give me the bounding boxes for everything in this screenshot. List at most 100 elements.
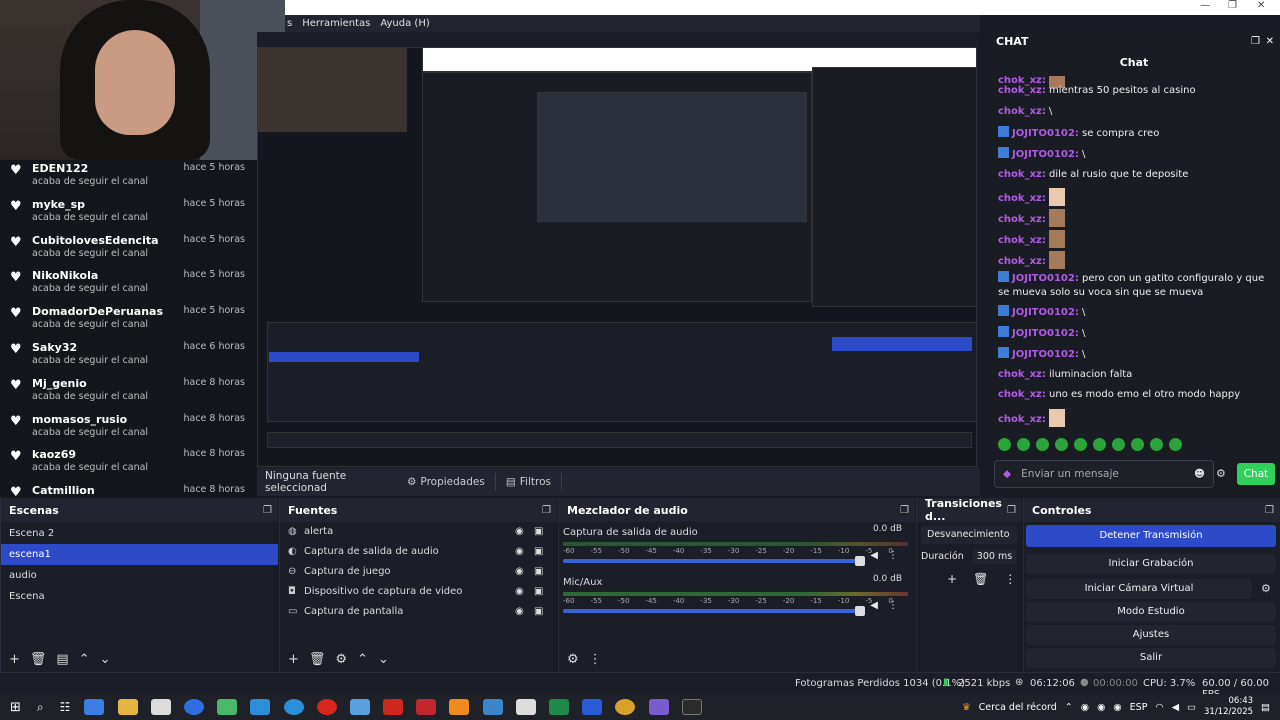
battery-icon[interactable]: ▭ bbox=[1187, 702, 1196, 713]
chat-username[interactable]: chok_xz: bbox=[998, 106, 1046, 117]
source-item[interactable]: ◘ Dispositivo de captura de video ◉ ▣ bbox=[280, 582, 557, 602]
app-icon[interactable] bbox=[250, 699, 271, 715]
chrome-icon[interactable] bbox=[615, 699, 636, 715]
start-virtual-camera-button[interactable]: Iniciar Cámara Virtual bbox=[1026, 579, 1252, 599]
emote-icon[interactable] bbox=[998, 438, 1011, 451]
eye-icon[interactable]: ◉ bbox=[515, 562, 524, 582]
undock-icon[interactable]: ❐ bbox=[1265, 505, 1274, 516]
chat-username[interactable]: chok_xz: bbox=[998, 369, 1046, 380]
trash-icon[interactable]: 🗑 bbox=[30, 652, 47, 667]
eye-icon[interactable]: ◉ bbox=[515, 522, 524, 542]
eye-icon[interactable]: ◉ bbox=[515, 542, 524, 562]
tray-label[interactable]: Cerca del récord bbox=[979, 702, 1057, 713]
lock-icon[interactable]: ▣ bbox=[534, 522, 543, 542]
emote-icon[interactable] bbox=[1112, 438, 1125, 451]
properties-button[interactable]: ⚙ Propiedades bbox=[397, 473, 496, 491]
start-icon[interactable]: ⊞ bbox=[10, 700, 21, 715]
studio-mode-button[interactable]: Modo Estudio bbox=[1026, 602, 1276, 622]
menu-item-edit[interactable]: s bbox=[287, 18, 292, 29]
chat-username[interactable]: JOJITO0102: bbox=[1012, 128, 1079, 139]
chat-send-button[interactable]: Chat bbox=[1237, 463, 1275, 485]
lock-icon[interactable]: ▣ bbox=[534, 602, 543, 622]
filters-button[interactable]: ▤ Filtros bbox=[496, 473, 562, 491]
slider-knob[interactable] bbox=[855, 556, 865, 566]
chat-username[interactable]: JOJITO0102: bbox=[1012, 149, 1079, 160]
tray-app-icon[interactable]: ◉ bbox=[1097, 702, 1105, 713]
chat-username[interactable]: chok_xz: bbox=[998, 85, 1046, 96]
calculator-icon[interactable] bbox=[349, 699, 370, 715]
emote-icon[interactable] bbox=[1074, 438, 1087, 451]
start-recording-button[interactable]: Iniciar Grabación bbox=[1026, 554, 1276, 574]
volume-slider[interactable] bbox=[563, 556, 865, 566]
task-view-icon[interactable]: ☷ bbox=[60, 700, 71, 714]
settings-icon[interactable]: ⚙ bbox=[567, 652, 579, 667]
emote-icon[interactable] bbox=[1055, 438, 1068, 451]
speaker-icon[interactable]: ◀ bbox=[870, 550, 878, 561]
chat-username[interactable]: JOJITO0102: bbox=[1012, 328, 1079, 339]
acrobat-icon[interactable] bbox=[383, 699, 404, 715]
undock-icon[interactable]: ❐ bbox=[542, 505, 551, 516]
chat-username[interactable]: chok_xz: bbox=[998, 414, 1046, 425]
emote-icon[interactable] bbox=[1017, 438, 1030, 451]
volume-icon[interactable]: ◀ bbox=[1172, 702, 1179, 713]
settings-button[interactable]: Ajustes bbox=[1026, 625, 1276, 645]
add-icon[interactable]: + bbox=[9, 652, 20, 667]
chat-username[interactable]: JOJITO0102: bbox=[1012, 349, 1079, 360]
more-icon[interactable]: ⋮ bbox=[1004, 572, 1016, 586]
emote-icon[interactable] bbox=[1093, 438, 1106, 451]
chat-username[interactable]: chok_xz: bbox=[998, 169, 1046, 180]
chevron-up-icon[interactable]: ⌃ bbox=[1065, 702, 1073, 713]
menu-item-tools[interactable]: Herramientas bbox=[302, 18, 370, 29]
source-item[interactable]: ▭ Captura de pantalla ◉ ▣ bbox=[280, 602, 557, 622]
emote-icon[interactable] bbox=[1131, 438, 1144, 451]
tray-app-icon[interactable]: ◉ bbox=[1113, 702, 1121, 713]
chat-username[interactable]: chok_xz: bbox=[998, 389, 1046, 400]
chat-username[interactable]: chok_xz: bbox=[998, 256, 1046, 267]
source-item[interactable]: ⊖ Captura de juego ◉ ▣ bbox=[280, 562, 557, 582]
close-icon[interactable]: ✕ bbox=[1266, 36, 1274, 47]
program-preview[interactable] bbox=[257, 32, 980, 467]
chat-username[interactable]: JOJITO0102: bbox=[1012, 307, 1079, 318]
down-arrow-icon[interactable]: ⌄ bbox=[100, 652, 111, 667]
chat-username[interactable]: chok_xz: bbox=[998, 193, 1046, 204]
opera-icon[interactable] bbox=[316, 699, 337, 715]
slider-knob[interactable] bbox=[855, 606, 865, 616]
clock[interactable]: 06:43 31/12/2025 bbox=[1204, 696, 1253, 718]
vlc-icon[interactable] bbox=[449, 699, 470, 715]
copilot-icon[interactable] bbox=[84, 699, 105, 715]
maximize-icon[interactable]: ❐ bbox=[1228, 0, 1237, 11]
link-app-icon[interactable] bbox=[217, 699, 238, 715]
add-icon[interactable]: + bbox=[288, 652, 299, 667]
add-icon[interactable]: + bbox=[947, 572, 957, 586]
close-icon[interactable]: ✕ bbox=[1257, 0, 1265, 11]
scene-item[interactable]: audio bbox=[1, 565, 278, 586]
language-label[interactable]: ESP bbox=[1130, 702, 1148, 713]
stop-streaming-button[interactable]: Detener Transmisión bbox=[1026, 525, 1276, 547]
more-icon[interactable]: ⋮ bbox=[888, 550, 898, 561]
scene-item-active[interactable]: escena1 bbox=[1, 544, 278, 565]
down-arrow-icon[interactable]: ⌄ bbox=[378, 652, 389, 667]
speaker-icon[interactable]: ◀ bbox=[870, 600, 878, 611]
more-icon[interactable]: ⋮ bbox=[888, 600, 898, 611]
transition-select[interactable]: Desvanecimiento bbox=[921, 526, 1017, 544]
chat-username[interactable]: JOJITO0102: bbox=[1012, 273, 1079, 284]
app-icon[interactable] bbox=[648, 699, 669, 715]
word-icon[interactable] bbox=[582, 699, 603, 715]
emote-icon[interactable] bbox=[1150, 438, 1163, 451]
lock-icon[interactable]: ▣ bbox=[534, 562, 543, 582]
undock-icon[interactable]: ❐ bbox=[263, 505, 272, 516]
scene-item[interactable]: Escena 2 bbox=[1, 523, 278, 544]
volume-slider[interactable] bbox=[563, 606, 865, 616]
gear-icon[interactable]: ⚙ bbox=[335, 652, 347, 667]
trash-icon[interactable]: 🗑 bbox=[309, 652, 326, 667]
exit-button[interactable]: Salir bbox=[1026, 648, 1276, 668]
tray-app-icon[interactable]: ◉ bbox=[1081, 702, 1089, 713]
gear-icon[interactable]: ⚙ bbox=[1216, 467, 1226, 480]
bits-icon[interactable]: ◆ bbox=[1003, 468, 1011, 480]
zoom-icon[interactable] bbox=[183, 699, 204, 715]
app-icon[interactable] bbox=[416, 699, 437, 715]
chat-input[interactable]: ◆ Enviar un mensaje ☻ bbox=[994, 460, 1214, 488]
file-explorer-icon[interactable] bbox=[117, 699, 138, 715]
lock-icon[interactable]: ▣ bbox=[534, 542, 543, 562]
gear-icon[interactable]: ⚙ bbox=[1261, 582, 1271, 595]
